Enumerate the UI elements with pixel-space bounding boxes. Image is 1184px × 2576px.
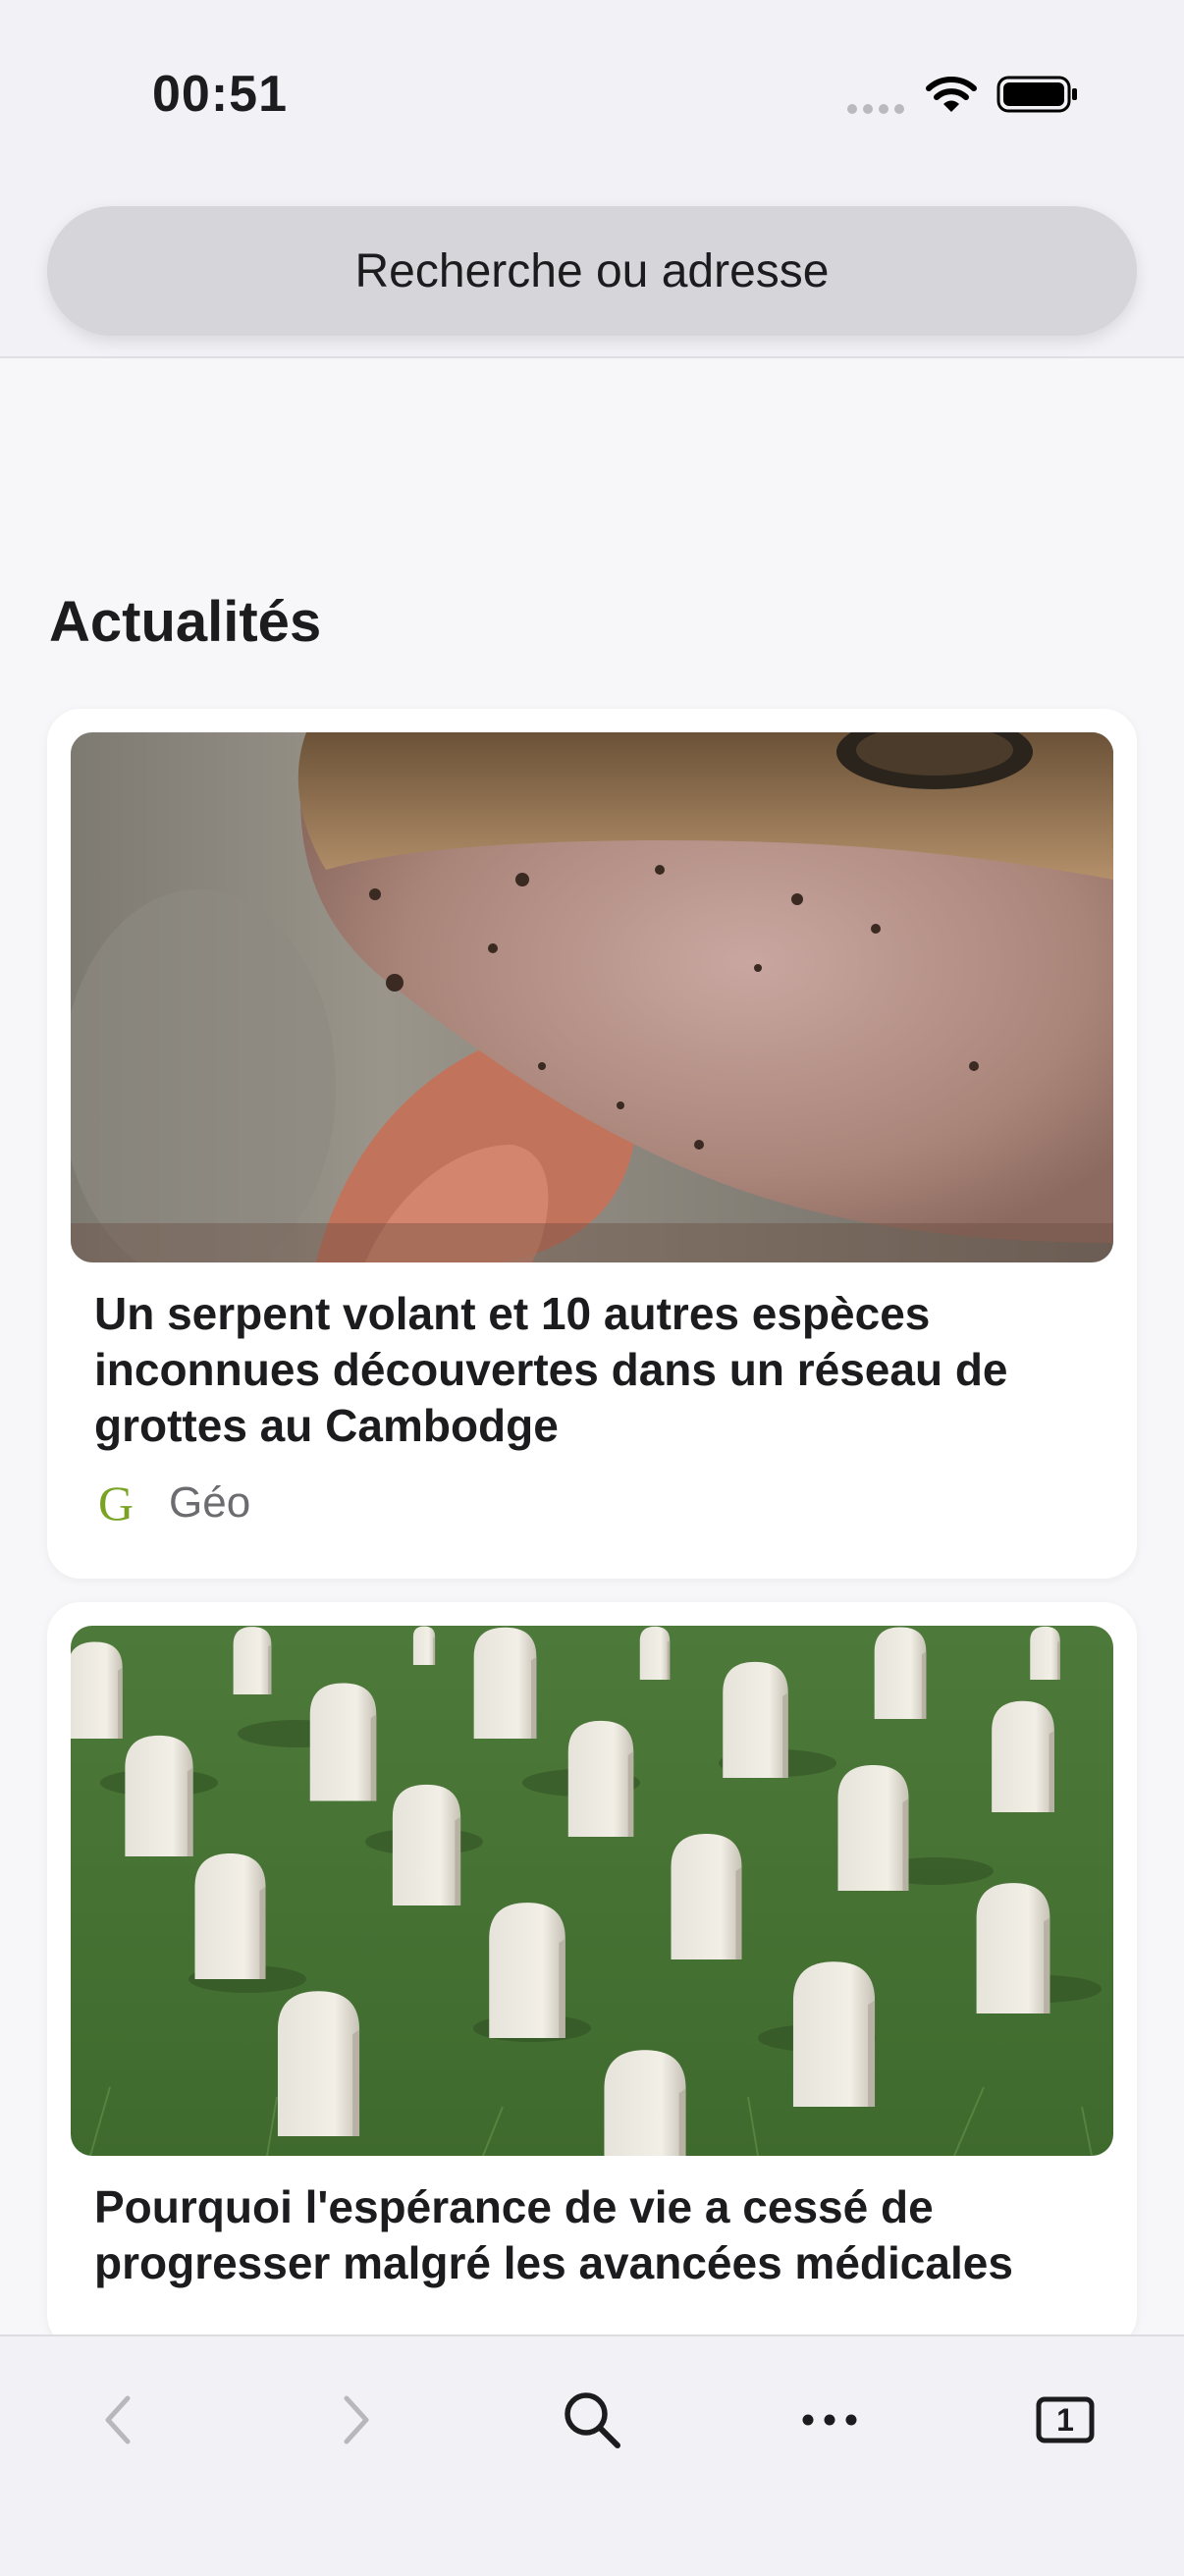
- top-bar: 00:51 Recherche ou adresse: [0, 0, 1184, 358]
- back-button[interactable]: [74, 2376, 162, 2464]
- news-card[interactable]: Un serpent volant et 10 autres espèces i…: [47, 709, 1137, 1579]
- tabs-button[interactable]: 1: [1021, 2376, 1109, 2464]
- article-image-cemetery: [71, 1626, 1113, 2156]
- news-card[interactable]: Pourquoi l'espérance de vie a cessé de p…: [47, 1602, 1137, 2348]
- bottom-toolbar: 1: [0, 2334, 1184, 2576]
- forward-button[interactable]: [312, 2376, 401, 2464]
- article-title: Pourquoi l'espérance de vie a cessé de p…: [94, 2181, 1013, 2288]
- address-bar-placeholder: Recherche ou adresse: [354, 244, 830, 297]
- article-source: G Géo: [98, 1475, 250, 1531]
- article-image-frog: [71, 732, 1113, 1262]
- wifi-icon: [926, 77, 977, 112]
- status-time: 00:51: [152, 66, 288, 123]
- ellipsis-icon: [802, 2414, 857, 2426]
- battery-icon: [996, 76, 1077, 113]
- chevron-left-icon: [105, 2395, 131, 2444]
- tabs-count: 1: [1056, 2401, 1074, 2438]
- news-section-title: Actualités: [49, 590, 322, 654]
- cellular-signal-icon: [847, 104, 904, 114]
- article-title: Un serpent volant et 10 autres espèces i…: [94, 1288, 1008, 1451]
- status-bar: 00:51: [0, 0, 1184, 196]
- chevron-right-icon: [344, 2395, 369, 2444]
- source-logo: G: [98, 1476, 135, 1530]
- search-button[interactable]: [548, 2376, 636, 2464]
- address-bar[interactable]: Recherche ou adresse: [47, 206, 1137, 336]
- source-name: Géo: [169, 1478, 251, 1527]
- magnifier-icon: [565, 2392, 620, 2448]
- more-button[interactable]: [785, 2376, 874, 2464]
